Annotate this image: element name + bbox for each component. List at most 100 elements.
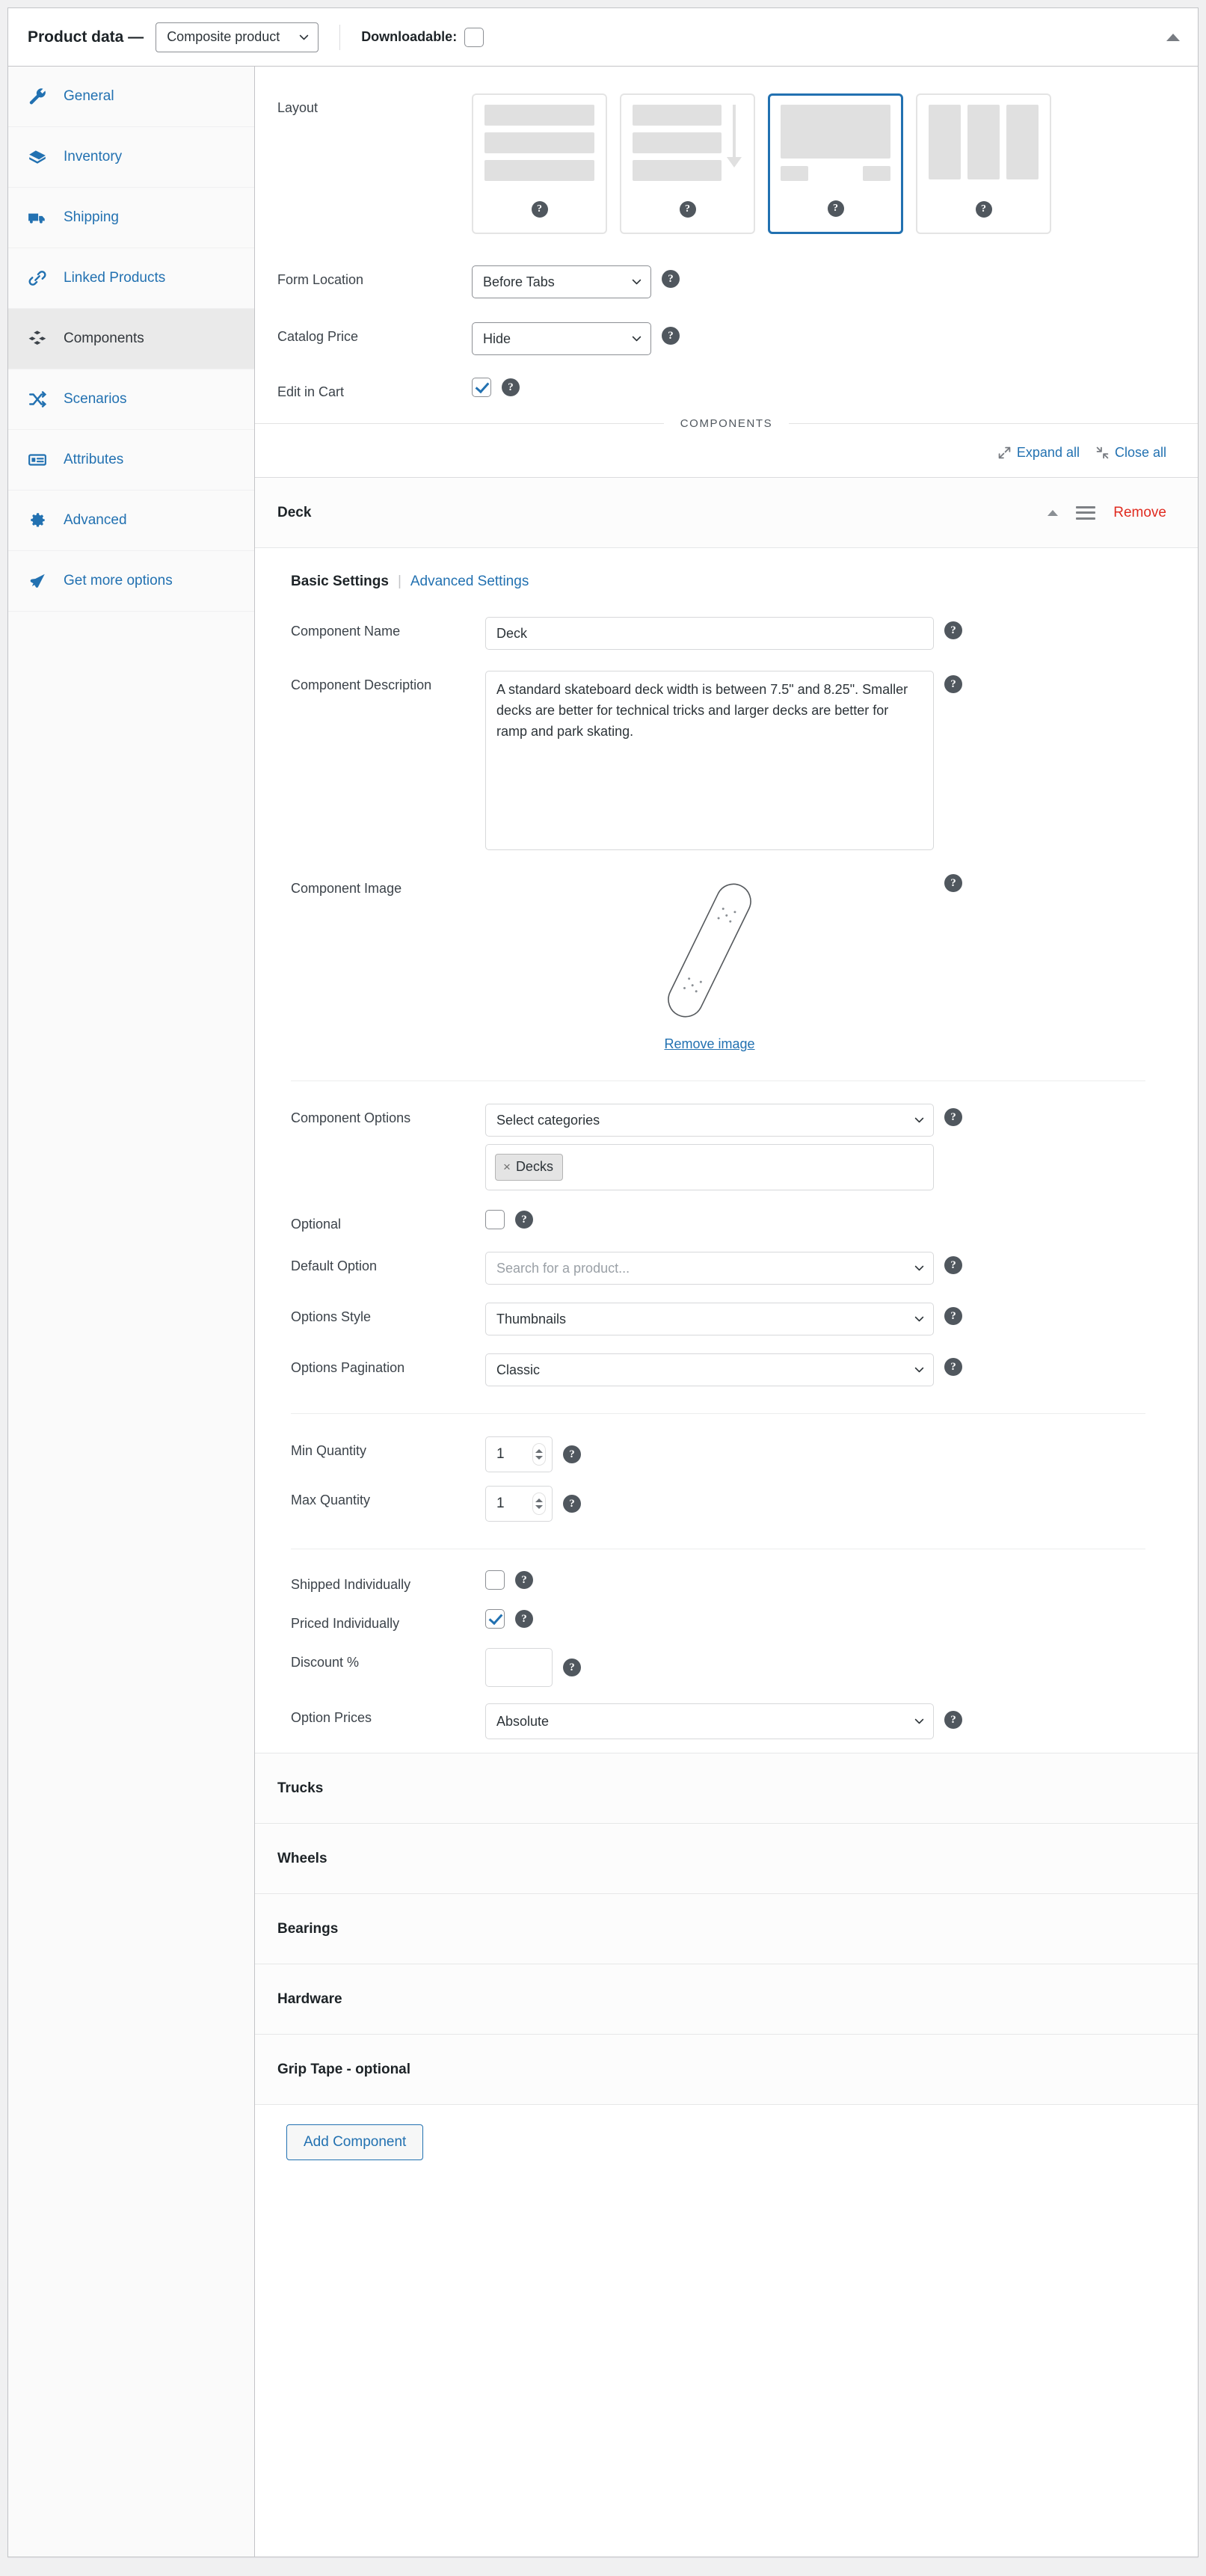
- sidebar-item-label: Components: [64, 331, 144, 346]
- catalog-price-value: Hide: [483, 331, 511, 346]
- priced-individually-field: Priced Individually ?: [255, 1593, 1198, 1632]
- form-location-field: Form Location Before Tabs ?: [255, 240, 1198, 298]
- shipped-individually-checkbox[interactable]: [485, 1570, 505, 1590]
- form-location-select[interactable]: Before Tabs: [472, 265, 651, 298]
- component-row-trucks[interactable]: Trucks: [255, 1753, 1198, 1825]
- discount-input[interactable]: [485, 1648, 553, 1688]
- component-title: Deck: [277, 504, 312, 520]
- tab-advanced-settings[interactable]: Advanced Settings: [410, 574, 529, 590]
- optional-checkbox[interactable]: [485, 1210, 505, 1230]
- triangle-up-icon: [1166, 33, 1180, 41]
- remove-component-button[interactable]: Remove: [1113, 505, 1166, 521]
- help-icon[interactable]: ?: [515, 1211, 533, 1229]
- layout-option-single[interactable]: ?: [768, 93, 903, 234]
- component-title: Wheels: [277, 1850, 327, 1866]
- help-icon[interactable]: ?: [531, 201, 548, 218]
- sidebar-item-linked-products[interactable]: Linked Products: [8, 248, 254, 309]
- page-title: Product data —: [28, 28, 144, 46]
- expand-all-button[interactable]: Expand all: [998, 445, 1080, 461]
- sidebar-item-label: Linked Products: [64, 270, 166, 286]
- product-data-sidebar: General Inventory Shipping Linked Produc…: [8, 67, 255, 2557]
- component-collapse-icon[interactable]: [1047, 509, 1059, 516]
- category-tag-decks[interactable]: × Decks: [495, 1154, 563, 1181]
- component-name-input[interactable]: Deck: [485, 617, 934, 651]
- sidebar-item-general[interactable]: General: [8, 67, 254, 127]
- help-icon[interactable]: ?: [662, 327, 680, 345]
- stepper-arrows-icon[interactable]: [532, 1493, 546, 1516]
- layout-option-progressive[interactable]: ?: [620, 93, 755, 234]
- help-icon[interactable]: ?: [827, 200, 844, 217]
- help-icon[interactable]: ?: [502, 378, 520, 396]
- truck-icon: [28, 208, 53, 227]
- options-pagination-select[interactable]: Classic: [485, 1353, 934, 1387]
- priced-individually-checkbox[interactable]: [485, 1609, 505, 1629]
- list-card-icon: [28, 450, 53, 470]
- downloadable-field: Downloadable:: [361, 27, 484, 47]
- help-icon[interactable]: ?: [944, 675, 962, 694]
- sidebar-item-attributes[interactable]: Attributes: [8, 430, 254, 491]
- component-description-label: Component Description: [291, 677, 432, 693]
- remove-image-link[interactable]: Remove image: [664, 1036, 754, 1052]
- help-icon[interactable]: ?: [944, 1307, 962, 1326]
- sidebar-item-advanced[interactable]: Advanced: [8, 491, 254, 551]
- help-icon[interactable]: ?: [944, 1256, 962, 1275]
- edit-in-cart-field: Edit in Cart ?: [255, 355, 1198, 401]
- help-icon[interactable]: ?: [563, 1659, 581, 1677]
- component-body-deck: Basic Settings | Advanced Settings Compo…: [255, 548, 1198, 1754]
- default-option-select[interactable]: Search for a product...: [485, 1252, 934, 1285]
- min-quantity-field: Min Quantity 1 ?: [255, 1414, 1198, 1473]
- thumb-bar: [633, 160, 722, 181]
- layout-option-stacked[interactable]: ?: [472, 93, 607, 234]
- components-panel-content: Layout ? ? ? ? Form Location Before Tabs…: [255, 67, 1199, 2557]
- catalog-price-select[interactable]: Hide: [472, 322, 651, 355]
- sidebar-item-shipping[interactable]: Shipping: [8, 188, 254, 248]
- help-icon[interactable]: ?: [515, 1571, 533, 1590]
- component-header-deck[interactable]: Deck Remove: [255, 478, 1198, 549]
- min-quantity-label: Min Quantity: [291, 1443, 367, 1459]
- tag-remove-icon[interactable]: ×: [503, 1160, 511, 1175]
- add-component-button[interactable]: Add Component: [286, 2124, 424, 2161]
- component-row-wheels[interactable]: Wheels: [255, 1824, 1198, 1895]
- thumb-bar: [967, 105, 1000, 179]
- skateboard-deck-image[interactable]: [657, 874, 762, 1027]
- gear-icon: [28, 511, 53, 530]
- option-prices-select[interactable]: Absolute: [485, 1703, 934, 1740]
- downloadable-checkbox[interactable]: [464, 27, 484, 47]
- component-row-bearings[interactable]: Bearings: [255, 1894, 1198, 1965]
- help-icon[interactable]: ?: [563, 1495, 581, 1513]
- sidebar-item-components[interactable]: Components: [8, 309, 254, 369]
- sidebar-item-get-more-options[interactable]: Get more options: [8, 551, 254, 612]
- help-icon[interactable]: ?: [563, 1445, 581, 1464]
- help-icon[interactable]: ?: [944, 621, 962, 640]
- layout-option-columns[interactable]: ?: [916, 93, 1051, 234]
- component-row-hardware[interactable]: Hardware: [255, 1964, 1198, 2035]
- close-all-button[interactable]: Close all: [1096, 445, 1166, 461]
- stepper-arrows-icon[interactable]: [532, 1443, 546, 1466]
- help-icon[interactable]: ?: [975, 201, 992, 218]
- optional-label: Optional: [291, 1217, 342, 1232]
- options-style-select[interactable]: Thumbnails: [485, 1303, 934, 1336]
- component-description-textarea[interactable]: A standard skateboard deck width is betw…: [485, 671, 934, 851]
- tab-basic-settings[interactable]: Basic Settings: [291, 574, 389, 590]
- thumb-bar: [484, 132, 594, 153]
- edit-in-cart-checkbox[interactable]: [472, 378, 491, 397]
- min-quantity-stepper[interactable]: 1: [485, 1436, 553, 1473]
- help-icon[interactable]: ?: [944, 1108, 962, 1127]
- product-type-select[interactable]: Composite product: [156, 22, 319, 52]
- max-quantity-stepper[interactable]: 1: [485, 1486, 553, 1522]
- help-icon[interactable]: ?: [679, 201, 696, 218]
- help-icon[interactable]: ?: [944, 1711, 962, 1730]
- drag-handle-icon[interactable]: [1076, 505, 1096, 520]
- component-options-select[interactable]: Select categories: [485, 1104, 934, 1137]
- chevron-down-icon: [299, 34, 309, 40]
- help-icon[interactable]: ?: [662, 270, 680, 288]
- help-icon[interactable]: ?: [944, 1358, 962, 1377]
- help-icon[interactable]: ?: [515, 1610, 533, 1629]
- panel-collapse-toggle[interactable]: [1165, 29, 1181, 46]
- shipped-individually-field: Shipped Individually ?: [255, 1549, 1198, 1593]
- component-row-grip-tape[interactable]: Grip Tape - optional: [255, 2035, 1198, 2106]
- sidebar-item-inventory[interactable]: Inventory: [8, 127, 254, 188]
- form-location-value: Before Tabs: [483, 274, 555, 289]
- sidebar-item-scenarios[interactable]: Scenarios: [8, 369, 254, 430]
- help-icon[interactable]: ?: [944, 874, 962, 893]
